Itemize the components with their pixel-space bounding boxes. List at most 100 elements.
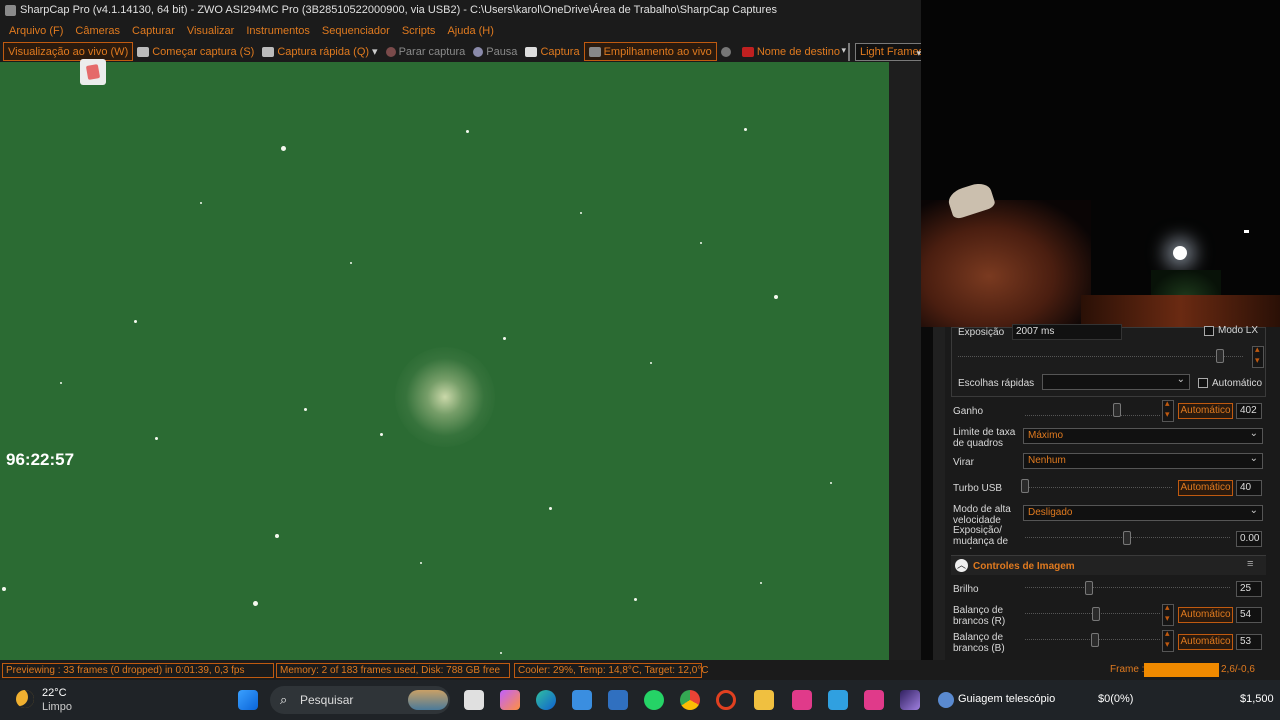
menu-file[interactable]: Arquivo (F) — [3, 25, 69, 37]
status-bar: Previewing : 33 frames (0 dropped) in 0:… — [0, 660, 1280, 680]
app-icon[interactable] — [792, 690, 812, 710]
app-icon — [5, 5, 16, 16]
stop-capture-label: Parar captura — [398, 45, 466, 58]
pause-button[interactable]: Pausa — [469, 42, 521, 61]
exposure-slider-thumb[interactable] — [1216, 349, 1224, 363]
menu-view[interactable]: Visualizar — [181, 25, 241, 37]
menu-scripts[interactable]: Scripts — [396, 25, 442, 37]
target-name-button[interactable]: Nome de destino — [738, 42, 844, 61]
menu-capture[interactable]: Capturar — [126, 25, 181, 37]
menu-tools[interactable]: Instrumentos — [240, 25, 316, 37]
store-icon[interactable] — [572, 690, 592, 710]
ticker-price-2[interactable]: $1,500 — [1240, 693, 1274, 705]
exposure-input[interactable]: 2007 ms — [1012, 324, 1122, 340]
snapshot-button[interactable]: Captura — [521, 42, 583, 61]
app-icon[interactable] — [864, 690, 884, 710]
star — [200, 202, 202, 204]
turbo-value[interactable]: 40 — [1236, 480, 1262, 496]
app-icon[interactable] — [900, 690, 920, 710]
menu-help[interactable]: Ajuda (H) — [441, 25, 499, 37]
wb-blue-slider-thumb[interactable] — [1091, 633, 1099, 647]
stop-icon — [385, 46, 396, 57]
gain-value[interactable]: 402 — [1236, 403, 1262, 419]
app-icon[interactable] — [828, 690, 848, 710]
image-controls-title: Controles de Imagem — [973, 561, 1075, 572]
weather-moon-icon[interactable] — [16, 690, 34, 708]
camera-icon — [137, 46, 150, 57]
turbo-slider-thumb[interactable] — [1021, 479, 1029, 493]
status-dot — [717, 42, 738, 61]
star — [774, 295, 778, 299]
gain-auto-button[interactable]: Automático — [1178, 403, 1233, 419]
weather-temp[interactable]: 22°C — [42, 687, 67, 699]
stack-icon — [588, 46, 601, 57]
wb-red-auto-button[interactable]: Automático — [1178, 607, 1233, 623]
brightness-slider-thumb[interactable] — [1085, 581, 1093, 595]
frame-rate-select[interactable]: Máximo — [1023, 427, 1263, 444]
wb-red-slider-thumb[interactable] — [1092, 607, 1100, 621]
quick-capture-button[interactable]: Captura rápida (Q) ▾ — [258, 42, 381, 61]
stellarium-icon[interactable] — [938, 692, 954, 708]
quick-picks-select[interactable] — [1042, 373, 1190, 390]
wb-blue-value[interactable]: 53 — [1236, 634, 1262, 650]
menu-sequencer[interactable]: Sequenciador — [316, 25, 396, 37]
start-icon[interactable] — [238, 690, 258, 710]
menu-cameras[interactable]: Câmeras — [69, 25, 126, 37]
opera-icon[interactable] — [716, 690, 736, 710]
star — [700, 242, 702, 244]
live-stack-button[interactable]: Empilhamento ao vivo — [583, 42, 717, 61]
exposure-spinner[interactable] — [1252, 344, 1264, 368]
collapse-icon[interactable]: ︿ — [955, 559, 968, 572]
lx-mode-checkbox[interactable] — [1204, 326, 1214, 336]
panel-scrollbar[interactable] — [933, 327, 945, 660]
search-box[interactable]: ⌕ Pesquisar — [270, 686, 450, 714]
live-view-button[interactable]: Visualização ao vivo (W) — [3, 42, 134, 61]
brightness-slider-track[interactable] — [1025, 587, 1230, 589]
star — [134, 320, 137, 323]
star — [281, 146, 286, 151]
hair-foreground — [1081, 295, 1280, 327]
gain-slider-thumb[interactable] — [1113, 403, 1121, 417]
star — [253, 601, 258, 606]
stop-capture-button[interactable]: Parar captura — [382, 42, 470, 61]
wb-red-value[interactable]: 54 — [1236, 607, 1262, 623]
target-name-select[interactable] — [841, 42, 850, 61]
chrome-icon[interactable] — [680, 690, 700, 710]
overlay-tool-button[interactable] — [80, 59, 106, 85]
frame-label: Frame : — [1110, 664, 1145, 675]
brightness-value[interactable]: 25 — [1236, 581, 1262, 597]
weather-desc[interactable]: Limpo — [42, 701, 72, 713]
exposure-slider-track[interactable] — [958, 356, 1243, 358]
file-explorer-icon[interactable] — [754, 690, 774, 710]
gain-slider-track[interactable] — [1025, 415, 1160, 417]
turbo-auto-button[interactable]: Automático — [1178, 480, 1233, 496]
high-speed-select[interactable]: Desligado — [1023, 504, 1263, 521]
star — [650, 362, 652, 364]
exp-gain-slider-thumb[interactable] — [1123, 531, 1131, 545]
wb-blue-spinner[interactable] — [1162, 628, 1174, 652]
menu-icon[interactable]: ≡ — [1247, 558, 1253, 570]
flip-select[interactable]: Nenhum — [1023, 452, 1263, 469]
image-viewport[interactable] — [0, 62, 889, 660]
app-icon[interactable] — [608, 690, 628, 710]
turbo-slider-track[interactable] — [1025, 487, 1172, 489]
star — [2, 587, 6, 591]
wb-blue-auto-button[interactable]: Automático — [1178, 634, 1233, 650]
frame-type-select[interactable]: Light Frames — [854, 42, 926, 61]
image-controls-header[interactable]: ︿ Controles de Imagem ≡ — [951, 555, 1266, 575]
exp-gain-value[interactable]: 0.00 — [1236, 531, 1262, 547]
task-view-icon[interactable] — [464, 690, 484, 710]
star — [503, 337, 506, 340]
globular-cluster — [395, 347, 495, 447]
ticker-price-1[interactable]: $0(0%) — [1098, 693, 1133, 705]
window-title: SharpCap Pro (v4.1.14130, 64 bit) - ZWO … — [20, 4, 777, 16]
turbo-usb-label: Turbo USB — [953, 483, 1003, 494]
auto-exposure-checkbox[interactable] — [1198, 378, 1208, 388]
whatsapp-icon[interactable] — [644, 690, 664, 710]
start-capture-button[interactable]: Começar captura (S) — [133, 42, 258, 61]
stellarium-label[interactable]: Guiagem telescópio — [958, 693, 1055, 705]
gain-spinner[interactable] — [1162, 398, 1174, 422]
copilot-icon[interactable] — [500, 690, 520, 710]
edge-icon[interactable] — [536, 690, 556, 710]
wb-red-spinner[interactable] — [1162, 602, 1174, 626]
